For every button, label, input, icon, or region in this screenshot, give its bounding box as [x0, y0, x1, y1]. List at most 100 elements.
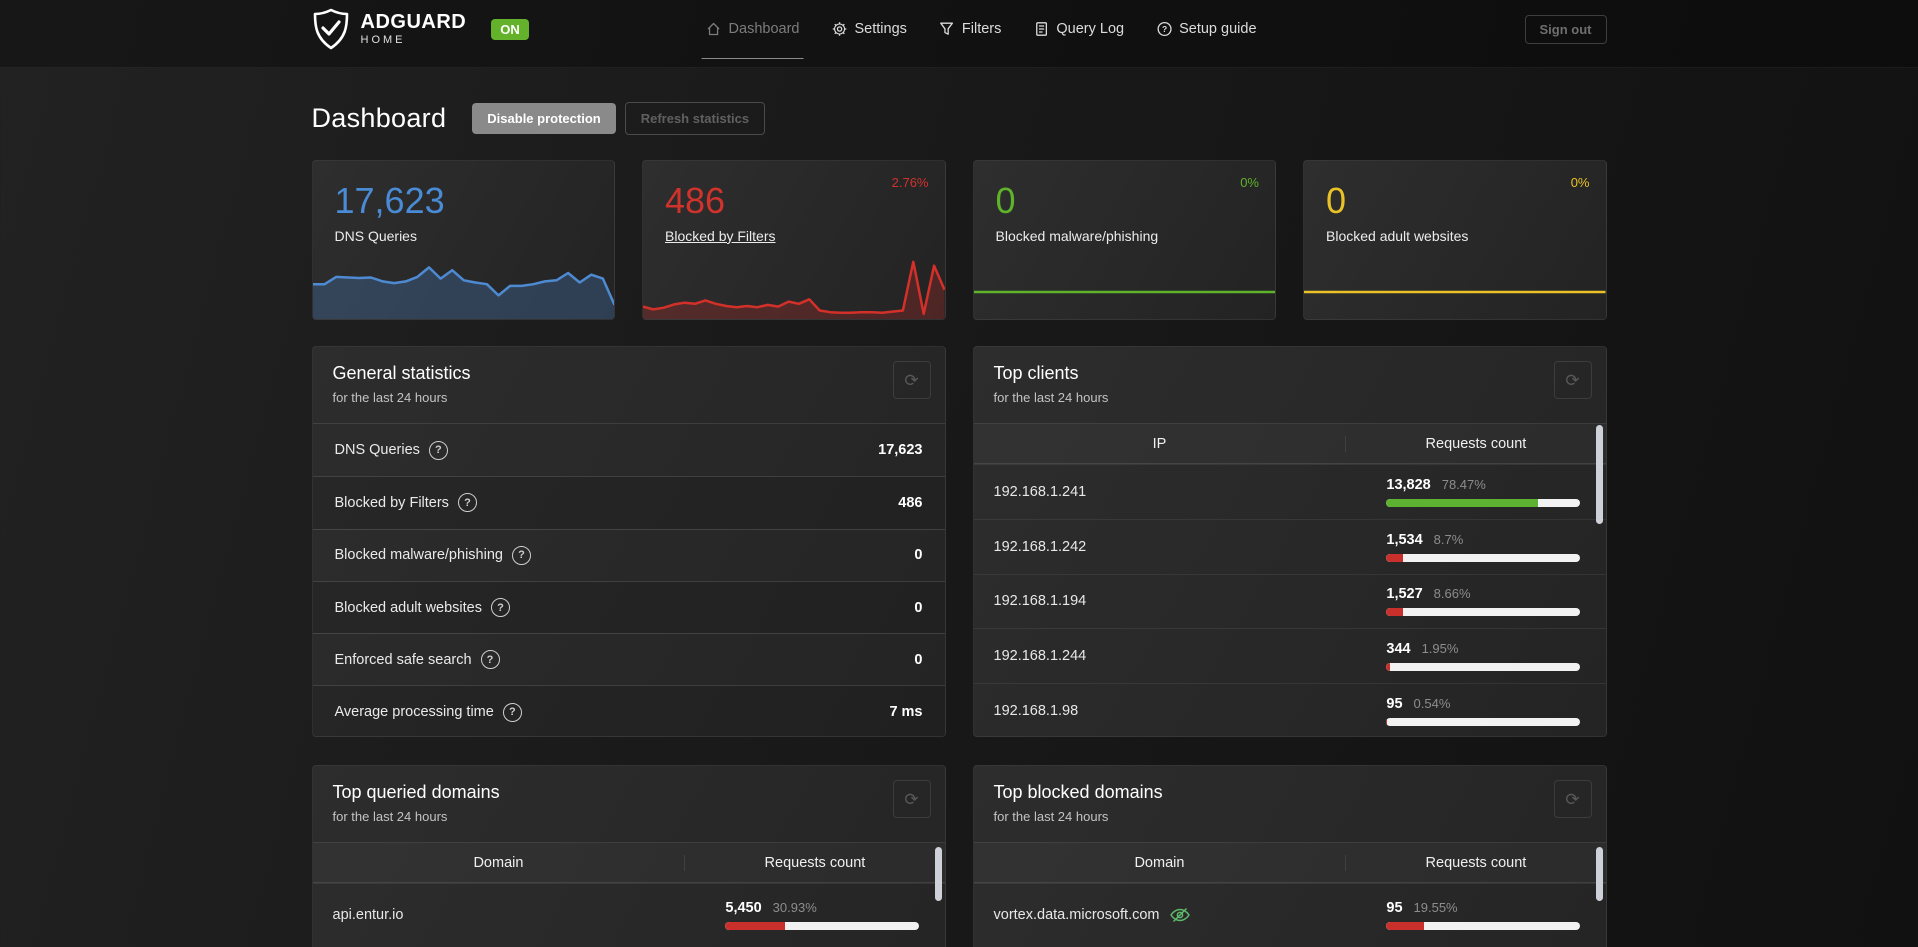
refresh-panel-button[interactable]: ⟳: [1553, 780, 1592, 818]
refresh-statistics-button[interactable]: Refresh statistics: [624, 102, 766, 135]
stat-value: 7 ms: [889, 704, 923, 721]
stat-label: Blocked by Filters: [334, 494, 449, 511]
progress-bar: [1386, 663, 1580, 672]
adguard-logo: ADGUARD HOME ON: [312, 8, 529, 50]
blocked-malware-sparkline: [973, 290, 1275, 294]
gear-icon: [832, 22, 847, 36]
help-circle-icon[interactable]: ?: [428, 440, 448, 460]
panel-title: General statistics: [332, 363, 471, 383]
card-label: DNS Queries: [334, 227, 417, 244]
column-header-domain: Domain: [974, 854, 1347, 871]
card-value: 0: [995, 180, 1016, 221]
help-circle-icon[interactable]: ?: [457, 493, 477, 513]
domain-link[interactable]: vortex.data.microsoft.com: [974, 907, 1347, 923]
top-navbar: ADGUARD HOME ON Dashboard Settings Filte…: [0, 0, 1918, 68]
nav-item-filters[interactable]: Filters: [939, 15, 1001, 43]
nav-label: Filters: [961, 21, 1002, 37]
nav-label: Query Log: [1056, 21, 1125, 37]
card-blocked-adult: 0% 0 Blocked adult websites: [1303, 160, 1607, 320]
help-circle-icon[interactable]: ?: [491, 598, 510, 618]
client-ip-link[interactable]: 192.168.1.98: [974, 703, 1347, 719]
column-header-domain: Domain: [313, 854, 686, 871]
nav-item-dashboard[interactable]: Dashboard: [701, 15, 804, 59]
nav-item-setup-guide[interactable]: ? Setup guide: [1156, 15, 1257, 43]
general-statistics-rows: DNS Queries ? 17,623 Blocked by Filters …: [312, 424, 945, 736]
requests-cell: 5,450 30.93%: [685, 900, 944, 930]
card-blocked-by-filters: 2.76% 486 Blocked by Filters: [642, 160, 946, 320]
scrollbar-thumb[interactable]: [934, 847, 942, 901]
request-count: 1,527: [1386, 586, 1423, 603]
table-row: api.entur.io 5,450 30.93%: [312, 883, 945, 945]
client-ip-link[interactable]: 192.168.1.242: [974, 539, 1347, 555]
request-percent: 1.95%: [1421, 641, 1459, 657]
general-statistics-panel: General statistics for the last 24 hours…: [311, 346, 946, 737]
panel-subtitle: for the last 24 hours: [332, 809, 448, 824]
refresh-panel-button[interactable]: ⟳: [892, 780, 931, 818]
nav-item-query-log[interactable]: Query Log: [1033, 15, 1124, 43]
stat-value: 0: [914, 547, 923, 564]
sign-out-button[interactable]: Sign out: [1524, 14, 1607, 44]
table-header: Domain Requests count: [312, 843, 945, 883]
card-label: Blocked malware/phishing: [995, 227, 1159, 244]
card-percent: 2.76%: [891, 175, 929, 190]
request-percent: 8.7%: [1433, 531, 1464, 547]
stat-label: Enforced safe search: [334, 651, 472, 668]
protection-status-badge: ON: [491, 18, 529, 40]
progress-bar: [1386, 921, 1580, 930]
panel-subtitle: for the last 24 hours: [993, 809, 1109, 824]
stat-label: Blocked malware/phishing: [334, 547, 503, 564]
card-percent: 0%: [1570, 175, 1590, 190]
request-percent: 0.54%: [1413, 696, 1451, 712]
stat-value: 17,623: [878, 442, 923, 459]
refresh-panel-button[interactable]: ⟳: [892, 361, 931, 399]
help-circle-icon[interactable]: ?: [502, 702, 522, 722]
brand-name: ADGUARD: [360, 11, 467, 33]
stat-row: Blocked adult websites ? 0: [312, 580, 945, 634]
card-dns-queries: 17,623 DNS Queries: [311, 160, 615, 320]
table-row: 192.168.1.241 13,828 78.47%: [973, 464, 1606, 519]
request-count: 5,450: [725, 899, 762, 916]
scrollbar-thumb[interactable]: [1595, 425, 1603, 524]
table-row: 192.168.1.194 1,527 8.66%: [973, 573, 1606, 629]
nav-label: Dashboard: [728, 21, 800, 37]
nav-item-settings[interactable]: Settings: [831, 15, 907, 43]
blocked-by-filters-link[interactable]: Blocked by Filters: [665, 228, 775, 244]
stat-value: 0: [914, 599, 923, 616]
client-ip-link[interactable]: 192.168.1.244: [974, 648, 1347, 664]
stat-value: 486: [898, 494, 923, 511]
scrollbar-thumb[interactable]: [1595, 847, 1603, 901]
domain-link[interactable]: api.entur.io: [313, 907, 686, 923]
client-ip-link[interactable]: 192.168.1.194: [974, 593, 1347, 609]
card-label: Blocked adult websites: [1326, 227, 1469, 244]
stat-row: Average processing time ? 7 ms: [312, 685, 945, 736]
panel-title: Top queried domains: [332, 782, 500, 802]
card-percent: 0%: [1240, 175, 1259, 190]
top-clients-panel: Top clients for the last 24 hours ⟳ IP R…: [972, 346, 1607, 737]
requests-cell: 344 1.95%: [1346, 641, 1605, 672]
panel-subtitle: for the last 24 hours: [993, 390, 1109, 405]
page-header: Dashboard Disable protection Refresh sta…: [312, 102, 1607, 135]
disable-protection-button[interactable]: Disable protection: [472, 103, 616, 134]
stat-row: Enforced safe search ? 0: [312, 633, 945, 685]
column-header-ip: IP: [974, 435, 1347, 452]
request-percent: 78.47%: [1441, 476, 1486, 492]
nav-label: Setup guide: [1179, 21, 1257, 37]
stat-label: Average processing time: [334, 704, 494, 721]
request-count: 95: [1386, 696, 1403, 713]
help-circle-icon[interactable]: ?: [511, 545, 531, 565]
blocked-adult-sparkline: [1304, 290, 1606, 294]
request-percent: 19.55%: [1413, 899, 1458, 915]
help-circle-icon[interactable]: ?: [480, 650, 500, 670]
refresh-panel-button[interactable]: ⟳: [1553, 361, 1592, 399]
funnel-icon: [940, 22, 954, 35]
card-value: 0: [1326, 180, 1347, 221]
client-ip-link[interactable]: 192.168.1.241: [974, 484, 1347, 500]
table-header: IP Requests count: [973, 424, 1606, 464]
stat-cards-row: 17,623 DNS Queries 2.76% 486 Blocked by …: [311, 160, 1607, 320]
column-header-requests: Requests count: [764, 854, 866, 871]
panel-title: Top clients: [993, 363, 1079, 383]
stat-label: DNS Queries: [334, 442, 420, 459]
svg-text:?: ?: [1162, 24, 1167, 34]
column-header-requests: Requests count: [1425, 854, 1527, 871]
progress-bar: [1386, 718, 1580, 727]
